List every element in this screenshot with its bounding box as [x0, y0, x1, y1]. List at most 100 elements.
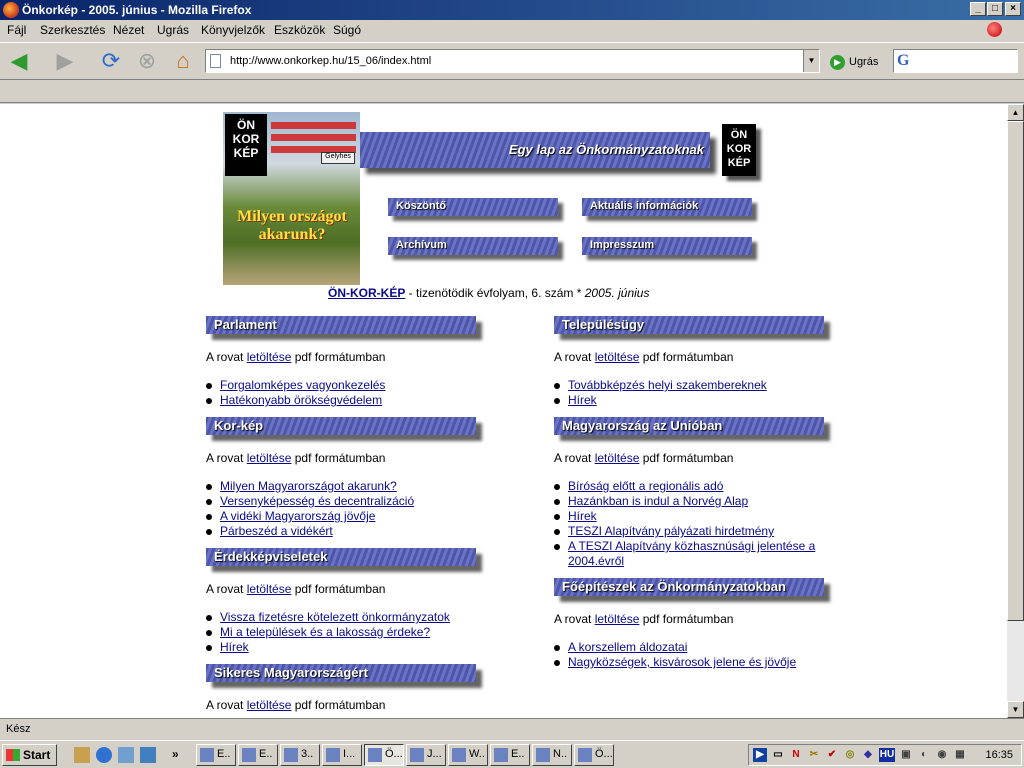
article-list: Forgalomképes vagyonkezelés Hatékonyabb ö… — [206, 378, 486, 408]
overflow-chevron-icon[interactable]: » — [172, 747, 188, 763]
article-link[interactable]: Vissza fizetésre kötelezett önkormányzat… — [220, 610, 450, 624]
download-link[interactable]: letöltése — [247, 451, 292, 465]
article-link[interactable]: Hazánkban is indul a Norvég Alap — [568, 494, 748, 508]
article-list: A korszellem áldozatai Nagyközségek, kisv… — [554, 640, 834, 670]
tray-app-icon[interactable]: ▣ — [899, 748, 913, 762]
taskbar-window-button[interactable]: J... — [406, 744, 446, 766]
activity-icon — [987, 22, 1002, 37]
tray-app-icon[interactable]: ✂ — [807, 748, 821, 762]
article-link[interactable]: A vidéki Magyarország jövője — [220, 509, 375, 523]
url-input[interactable] — [230, 53, 800, 69]
tray-app-icon[interactable]: N — [789, 748, 803, 762]
section-header: Sikeres Magyarországért — [206, 664, 476, 682]
article-link[interactable]: Hírek — [568, 509, 597, 523]
taskbar-window-button[interactable]: 3.. — [280, 744, 320, 766]
reload-icon[interactable]: ⟳ — [96, 47, 126, 75]
scroll-thumb[interactable] — [1007, 121, 1024, 621]
back-icon[interactable]: ◀ — [4, 47, 34, 75]
tray-app-icon[interactable]: ✔ — [825, 748, 839, 762]
vertical-scrollbar[interactable]: ▲ ▼ — [1007, 104, 1024, 718]
tray-app-icon[interactable]: ▶ — [753, 748, 767, 762]
firefox-icon — [3, 2, 19, 18]
app-icon — [494, 748, 508, 762]
magazine-cover[interactable]: ÖN KOR KÉP Gelyhes Milyen országot akarunk… — [223, 112, 360, 285]
forward-icon[interactable]: ▶ — [50, 47, 80, 75]
tray-app-icon[interactable]: ◆ — [861, 748, 875, 762]
taskbar-window-button[interactable]: W.. — [448, 744, 488, 766]
maximize-button[interactable]: □ — [987, 2, 1003, 16]
nav-archivum[interactable]: Archívum — [388, 237, 558, 255]
article-link[interactable]: Párbeszéd a vidékért — [220, 524, 333, 538]
clock: 16:35 — [985, 749, 1013, 761]
url-dropdown-icon[interactable]: ▼ — [803, 50, 819, 72]
tray-app-icon[interactable]: ◎ — [843, 748, 857, 762]
go-button[interactable]: ▶ Ugrás — [830, 53, 878, 71]
taskbar-window-button[interactable]: I... — [322, 744, 362, 766]
download-prefix: A rovat — [554, 350, 595, 364]
article-link[interactable]: A korszellem áldozatai — [568, 640, 687, 654]
taskbar-window-button[interactable]: E.. — [196, 744, 236, 766]
taskbar-window-button[interactable]: N.. — [532, 744, 572, 766]
minimize-button[interactable]: _ — [970, 2, 986, 16]
download-link[interactable]: letöltése — [595, 350, 640, 364]
menu-tools[interactable]: Eszközök — [274, 23, 325, 37]
scroll-up-icon[interactable]: ▲ — [1007, 104, 1024, 121]
download-link[interactable]: letöltése — [247, 698, 292, 712]
menu-file[interactable]: Fájl — [7, 23, 26, 37]
list-item: TESZI Alapítvány pályázati hirdetmény — [554, 524, 834, 539]
home-icon[interactable]: ⌂ — [168, 47, 198, 75]
article-link[interactable]: Versenyképesség és decentralizáció — [220, 494, 414, 508]
media-icon[interactable] — [140, 747, 156, 763]
menu-view[interactable]: Nézet — [113, 23, 144, 37]
network-icon[interactable]: ▦ — [953, 748, 967, 762]
article-link[interactable]: Bíróság előtt a regionális adó — [568, 479, 723, 493]
list-item: Hazánkban is indul a Norvég Alap — [554, 494, 834, 509]
url-bar[interactable]: ▼ — [205, 49, 820, 73]
article-link[interactable]: TESZI Alapítvány pályázati hirdetmény — [568, 524, 774, 538]
article-link[interactable]: Hatékonyabb örökségvédelem — [220, 393, 382, 407]
nav-impresszum[interactable]: Impresszum — [582, 237, 752, 255]
download-link[interactable]: letöltése — [247, 350, 292, 364]
menu-bookmarks[interactable]: Könyvjelzők — [201, 23, 265, 37]
brand-link[interactable]: ÖN-KOR-KÉP — [328, 286, 405, 300]
article-link[interactable]: Forgalomképes vagyonkezelés — [220, 378, 385, 392]
taskbar-window-button[interactable]: Ö... — [364, 744, 404, 766]
close-button[interactable]: × — [1005, 2, 1021, 16]
download-link[interactable]: letöltése — [595, 451, 640, 465]
outlook-icon[interactable] — [118, 747, 134, 763]
article-link[interactable]: A TESZI Alapítvány közhasznúsági jelenté… — [568, 539, 815, 568]
ie-icon[interactable] — [96, 747, 112, 763]
section-header: Érdekképviseletek — [206, 548, 476, 566]
taskbar-window-button[interactable]: E.. — [238, 744, 278, 766]
article-link[interactable]: Mi a települések és a lakosság érdeke? — [220, 625, 430, 639]
taskbar-window-button[interactable]: E.. — [490, 744, 530, 766]
taskbar: Start » E.. E.. 3.. I... Ö... J... W.. E.. N.. Ö.… — [0, 740, 1024, 768]
search-input[interactable] — [916, 53, 1014, 69]
nav-koszonto[interactable]: Köszöntő — [388, 198, 558, 216]
scroll-down-icon[interactable]: ▼ — [1007, 701, 1024, 718]
menu-go[interactable]: Ugrás — [157, 23, 189, 37]
menu-help[interactable]: Súgó — [333, 23, 361, 37]
search-box[interactable]: G — [893, 49, 1018, 73]
language-indicator[interactable]: HU — [879, 748, 895, 762]
article-link[interactable]: Nagyközségek, kisvárosok jelene és jövőj… — [568, 655, 796, 669]
app-icon — [242, 748, 256, 762]
section-korkep: Kor-kép A rovat letöltése pdf formátumban… — [206, 417, 486, 539]
google-icon[interactable]: G — [897, 52, 909, 70]
download-prefix: A rovat — [206, 350, 247, 364]
article-link[interactable]: Továbbképzés helyi szakembereknek — [568, 378, 767, 392]
tray-app-icon[interactable]: ▭ — [771, 748, 785, 762]
nav-aktualis[interactable]: Aktuális információk — [582, 198, 752, 216]
show-desktop-icon[interactable] — [74, 747, 90, 763]
article-link[interactable]: Milyen Magyarországot akarunk? — [220, 479, 397, 493]
tray-app-icon[interactable]: ◐ — [917, 748, 931, 762]
download-link[interactable]: letöltése — [595, 612, 640, 626]
volume-icon[interactable]: ◉ — [935, 748, 949, 762]
menu-edit[interactable]: Szerkesztés — [40, 23, 105, 37]
article-link[interactable]: Hírek — [568, 393, 597, 407]
taskbar-window-button[interactable]: Ö... — [574, 744, 614, 766]
download-link[interactable]: letöltése — [247, 582, 292, 596]
article-link[interactable]: Hírek — [220, 640, 249, 654]
start-button[interactable]: Start — [2, 744, 57, 766]
stop-icon[interactable]: ⊗ — [132, 47, 162, 75]
